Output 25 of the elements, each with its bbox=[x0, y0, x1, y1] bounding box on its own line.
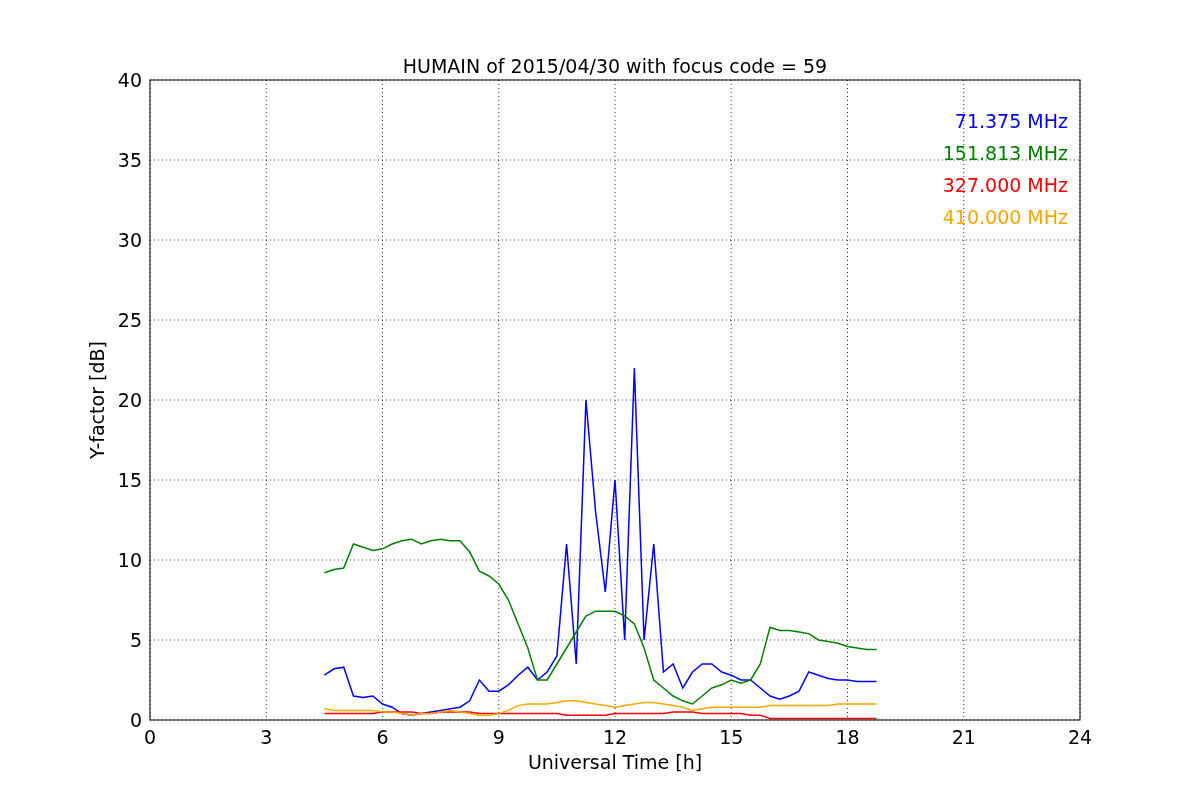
y-tick-label: 15 bbox=[117, 469, 142, 491]
y-tick-label: 5 bbox=[129, 629, 142, 651]
x-tick-label: 0 bbox=[143, 726, 157, 748]
x-tick-label: 9 bbox=[492, 726, 505, 748]
legend-label: 410.000 MHz bbox=[942, 206, 1068, 228]
x-tick-label: 3 bbox=[260, 726, 273, 748]
legend-label: 71.375 MHz bbox=[954, 110, 1068, 132]
x-tick-label: 18 bbox=[835, 726, 860, 748]
y-tick-label: 30 bbox=[117, 229, 142, 251]
y-axis-label: Y-factor [dB] bbox=[86, 341, 108, 459]
y-tick-label: 0 bbox=[129, 709, 142, 731]
x-tick-label: 21 bbox=[951, 726, 976, 748]
y-tick-label: 10 bbox=[117, 549, 142, 571]
chart-title: HUMAIN of 2015/04/30 with focus code = 59 bbox=[402, 55, 828, 77]
y-tick-label: 25 bbox=[117, 309, 142, 331]
y-tick-label: 35 bbox=[117, 149, 142, 171]
y-tick-label: 20 bbox=[117, 389, 142, 411]
x-tick-label: 15 bbox=[719, 726, 744, 748]
x-tick-label: 6 bbox=[376, 726, 389, 748]
x-tick-label: 24 bbox=[1067, 726, 1093, 748]
y-tick-label: 40 bbox=[117, 69, 142, 91]
legend-label: 327.000 MHz bbox=[942, 174, 1068, 196]
x-axis-label: Universal Time [h] bbox=[527, 751, 703, 773]
legend-label: 151.813 MHz bbox=[942, 142, 1068, 164]
x-tick-label: 12 bbox=[602, 726, 628, 748]
